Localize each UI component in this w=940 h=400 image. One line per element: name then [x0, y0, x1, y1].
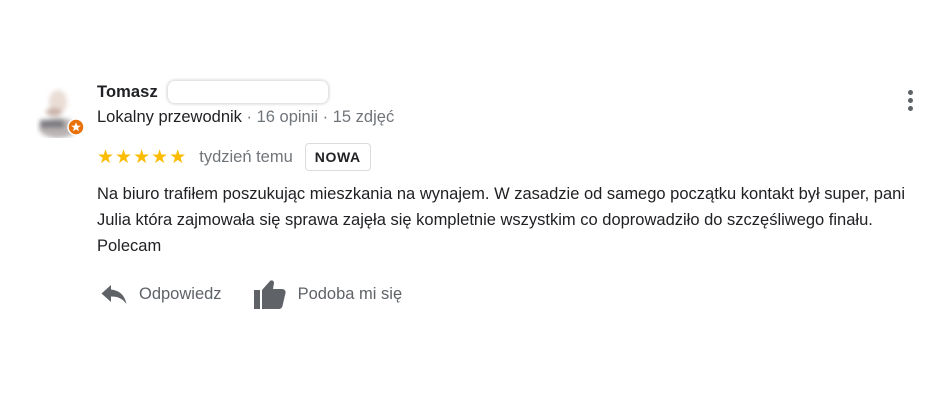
- star-icon: ★: [169, 146, 187, 168]
- star-rating: ★ ★ ★ ★ ★: [97, 148, 186, 167]
- reviews-count: 16 opinii: [256, 108, 319, 126]
- meta-separator: ·: [318, 108, 333, 126]
- review-card: Tomasz Lokalny przewodnik · 16 opinii · …: [0, 0, 940, 400]
- name-redaction: [168, 81, 328, 103]
- like-label: Podoba mi się: [297, 284, 403, 303]
- more-options-dot: [907, 106, 913, 111]
- local-guide-badge-icon: [67, 118, 85, 136]
- star-icon: ★: [151, 146, 169, 168]
- star-icon: ★: [115, 146, 133, 168]
- photos-count: 15 zdjęć: [332, 108, 395, 126]
- local-guide-label: Lokalny przewodnik: [97, 108, 242, 126]
- more-options-icon: [907, 90, 913, 95]
- review-actions: Odpowiedz Podoba mi się: [100, 278, 402, 310]
- like-button[interactable]: Podoba mi się: [253, 278, 403, 310]
- review-text: Na biuro trafiłem poszukując mieszkania …: [97, 185, 905, 255]
- review-date: tydzień temu: [199, 147, 293, 166]
- rating-row: ★ ★ ★ ★ ★ tydzień temu NOWA: [97, 142, 371, 172]
- more-options-dot: [907, 98, 913, 103]
- star-icon: ★: [133, 146, 151, 168]
- reviewer-meta: Lokalny przewodnik · 16 opinii · 15 zdję…: [97, 108, 394, 127]
- reply-icon: [101, 285, 127, 304]
- star-icon: ★: [97, 146, 115, 168]
- more-options-button[interactable]: [900, 88, 920, 118]
- meta-separator: ·: [241, 108, 257, 126]
- avatar[interactable]: [36, 82, 86, 138]
- reviewer-name[interactable]: Tomasz: [97, 83, 158, 102]
- reply-label: Odpowiedz: [139, 284, 222, 303]
- thumbs-up-icon: [253, 280, 286, 309]
- reply-button[interactable]: Odpowiedz: [100, 282, 222, 306]
- new-badge: NOWA: [304, 143, 371, 171]
